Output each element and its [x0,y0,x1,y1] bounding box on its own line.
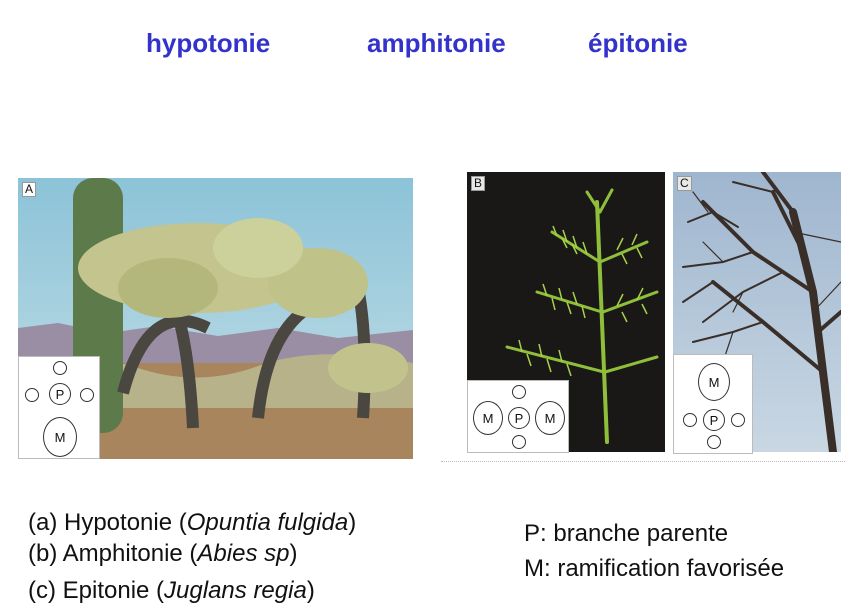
caption-a-species: Opuntia fulgida [186,509,349,536]
bud-circle-left [683,413,697,427]
caption-a: (a) Hypotonie (Opuntia fulgida) [28,509,356,537]
favored-branch-m: M [43,417,77,457]
favored-branch-m: M [698,363,730,401]
heading-amphitonie: amphitonie [367,28,506,58]
bud-circle-bottom [512,435,526,449]
faint-divider [441,461,845,466]
favored-branch-m-left: M [473,401,503,435]
panel-label-c: C [677,176,692,191]
legend-favored-branch: M: ramification favorisée [524,555,785,582]
bud-circle-bottom [707,435,721,449]
panel-label-b: B [471,176,486,191]
parent-branch-p: P [508,407,530,429]
caption-c-prefix: (c) Epitonie ( [28,577,165,604]
caption-a-suffix: ) [348,509,357,536]
branching-diagram-c: M P [673,354,753,454]
parent-branch-p: P [49,383,71,405]
caption-b-prefix: (b) Amphitonie ( [28,540,198,567]
caption-c-species: Juglans regia [164,577,307,604]
bud-circle-top [53,361,67,375]
caption-b-species: Abies sp [197,540,290,567]
parent-branch-p: P [703,409,725,431]
panel-label-a: A [22,182,37,197]
bud-circle-right [80,388,94,402]
heading-epitonie: épitonie [588,28,688,58]
caption-b: (b) Amphitonie (Abies sp) [28,540,297,568]
favored-branch-m-right: M [535,401,565,435]
caption-a-prefix: (a) Hypotonie ( [28,509,187,536]
legend-parent-branch: P: branche parente [524,520,729,547]
caption-c: (c) Epitonie (Juglans regia) [28,577,315,605]
branching-diagram-a: P M [18,356,100,459]
heading-hypotonie: hypotonie [146,28,271,58]
bud-circle-right [731,413,745,427]
bud-circle-top [512,385,526,399]
branching-diagram-b: M P M [467,380,569,453]
caption-b-suffix: ) [289,540,298,567]
bud-circle-left [25,388,39,402]
caption-c-suffix: ) [306,577,315,604]
